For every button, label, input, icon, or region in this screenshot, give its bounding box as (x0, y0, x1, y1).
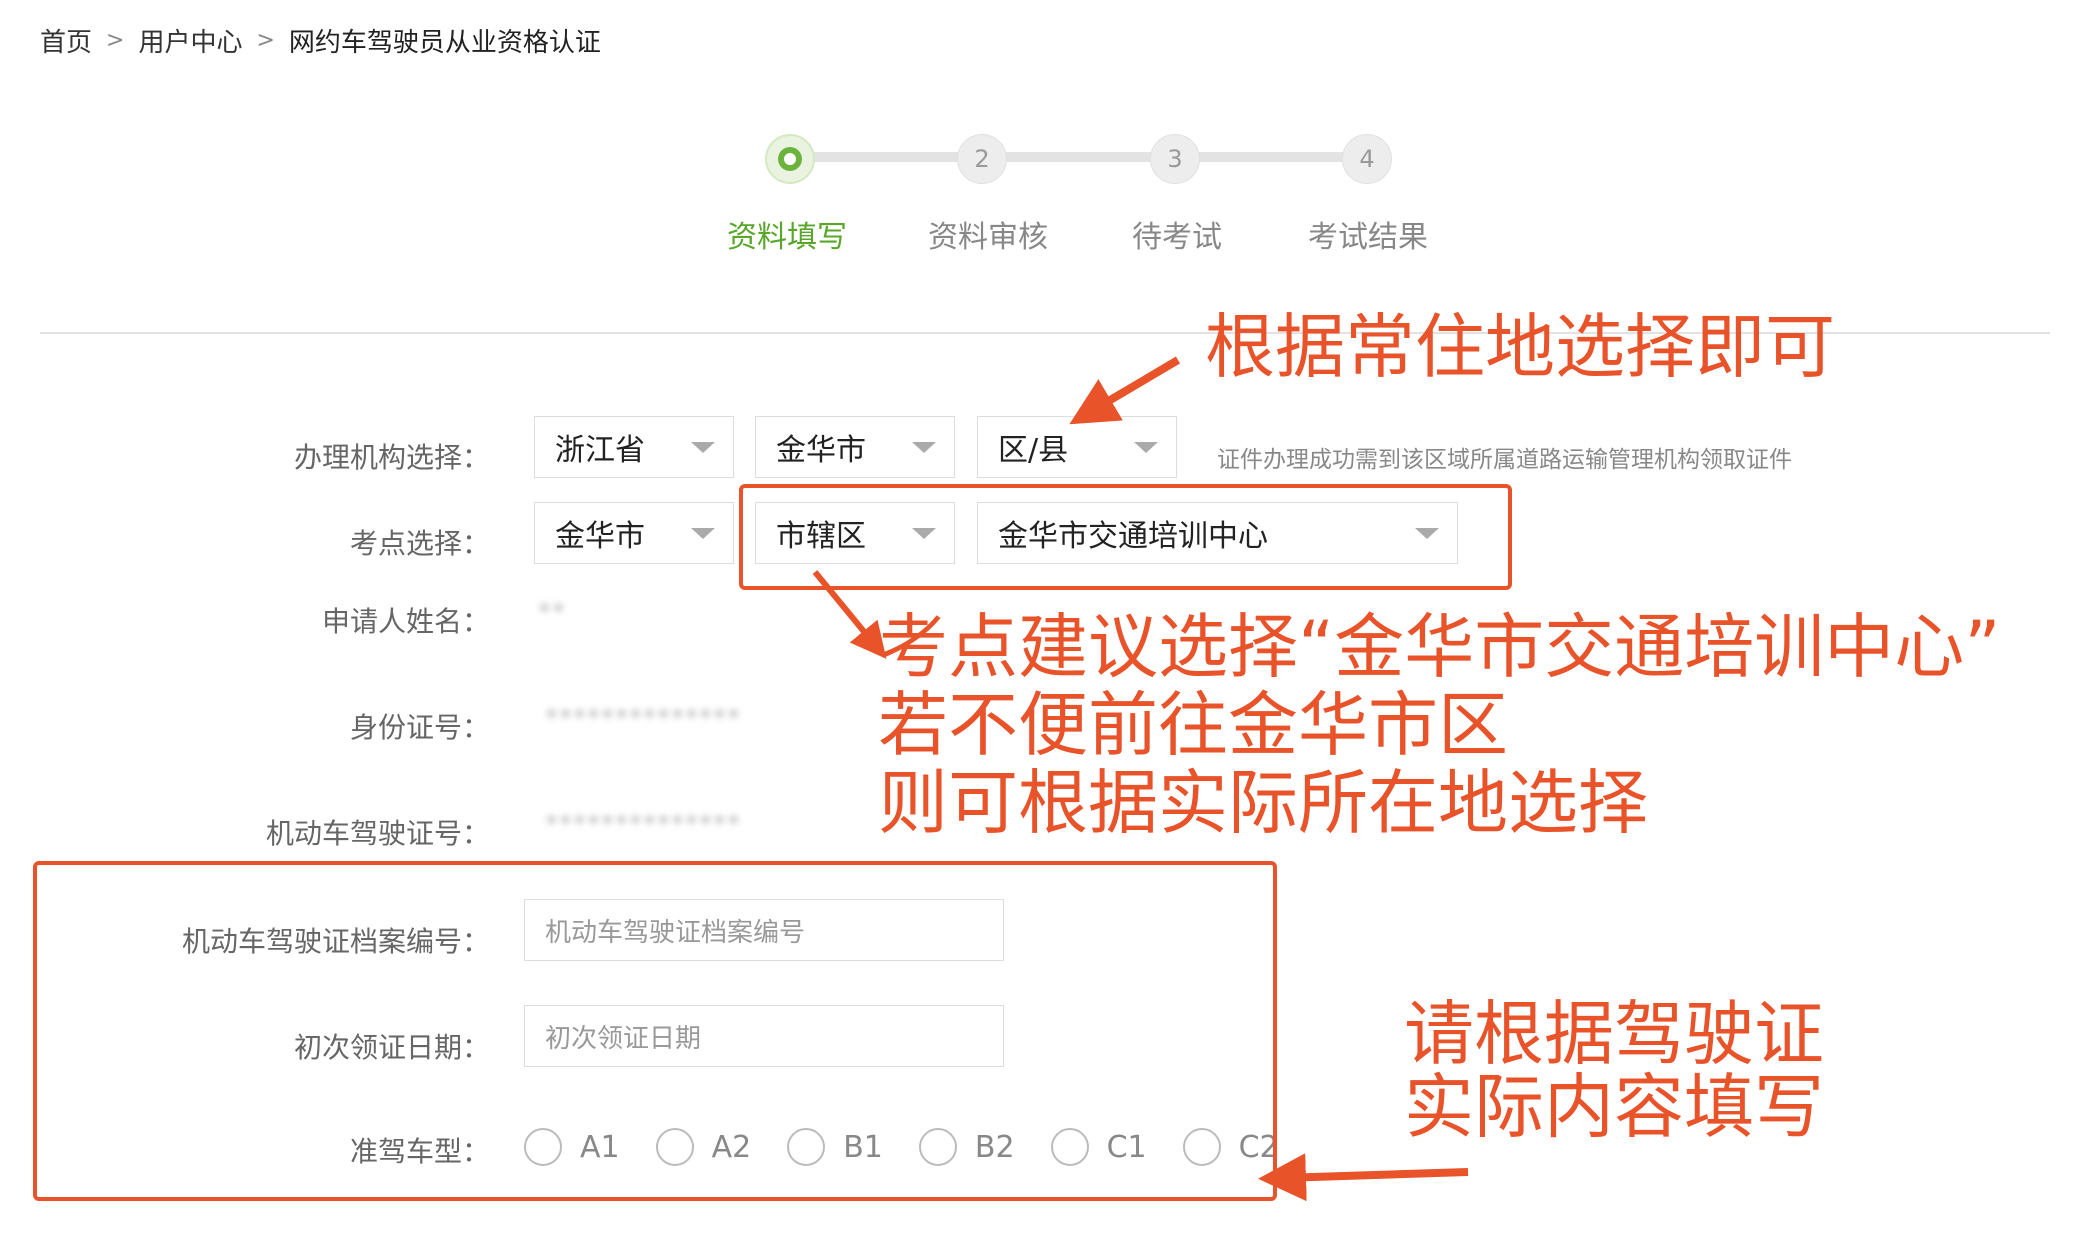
arrow-to-license-box (1258, 1153, 1469, 1202)
annotation-license-note-1: 请根据驾驶证 (1404, 993, 1824, 1075)
arrow-to-district (1069, 356, 1181, 425)
annotation-exam-note-3: 则可根据实际所在地选择 (878, 762, 1648, 844)
annotation-exam-note-2: 若不便前往金华市区 (878, 684, 1508, 766)
arrow-to-exam-note (812, 570, 887, 659)
annotation-residence-note: 根据常住地选择即可 (1205, 306, 1835, 388)
annotation-license-note-2: 实际内容填写 (1404, 1066, 1824, 1148)
annotation-exam-note-1: 考点建议选择“金华市交通培训中心” (878, 606, 2001, 688)
